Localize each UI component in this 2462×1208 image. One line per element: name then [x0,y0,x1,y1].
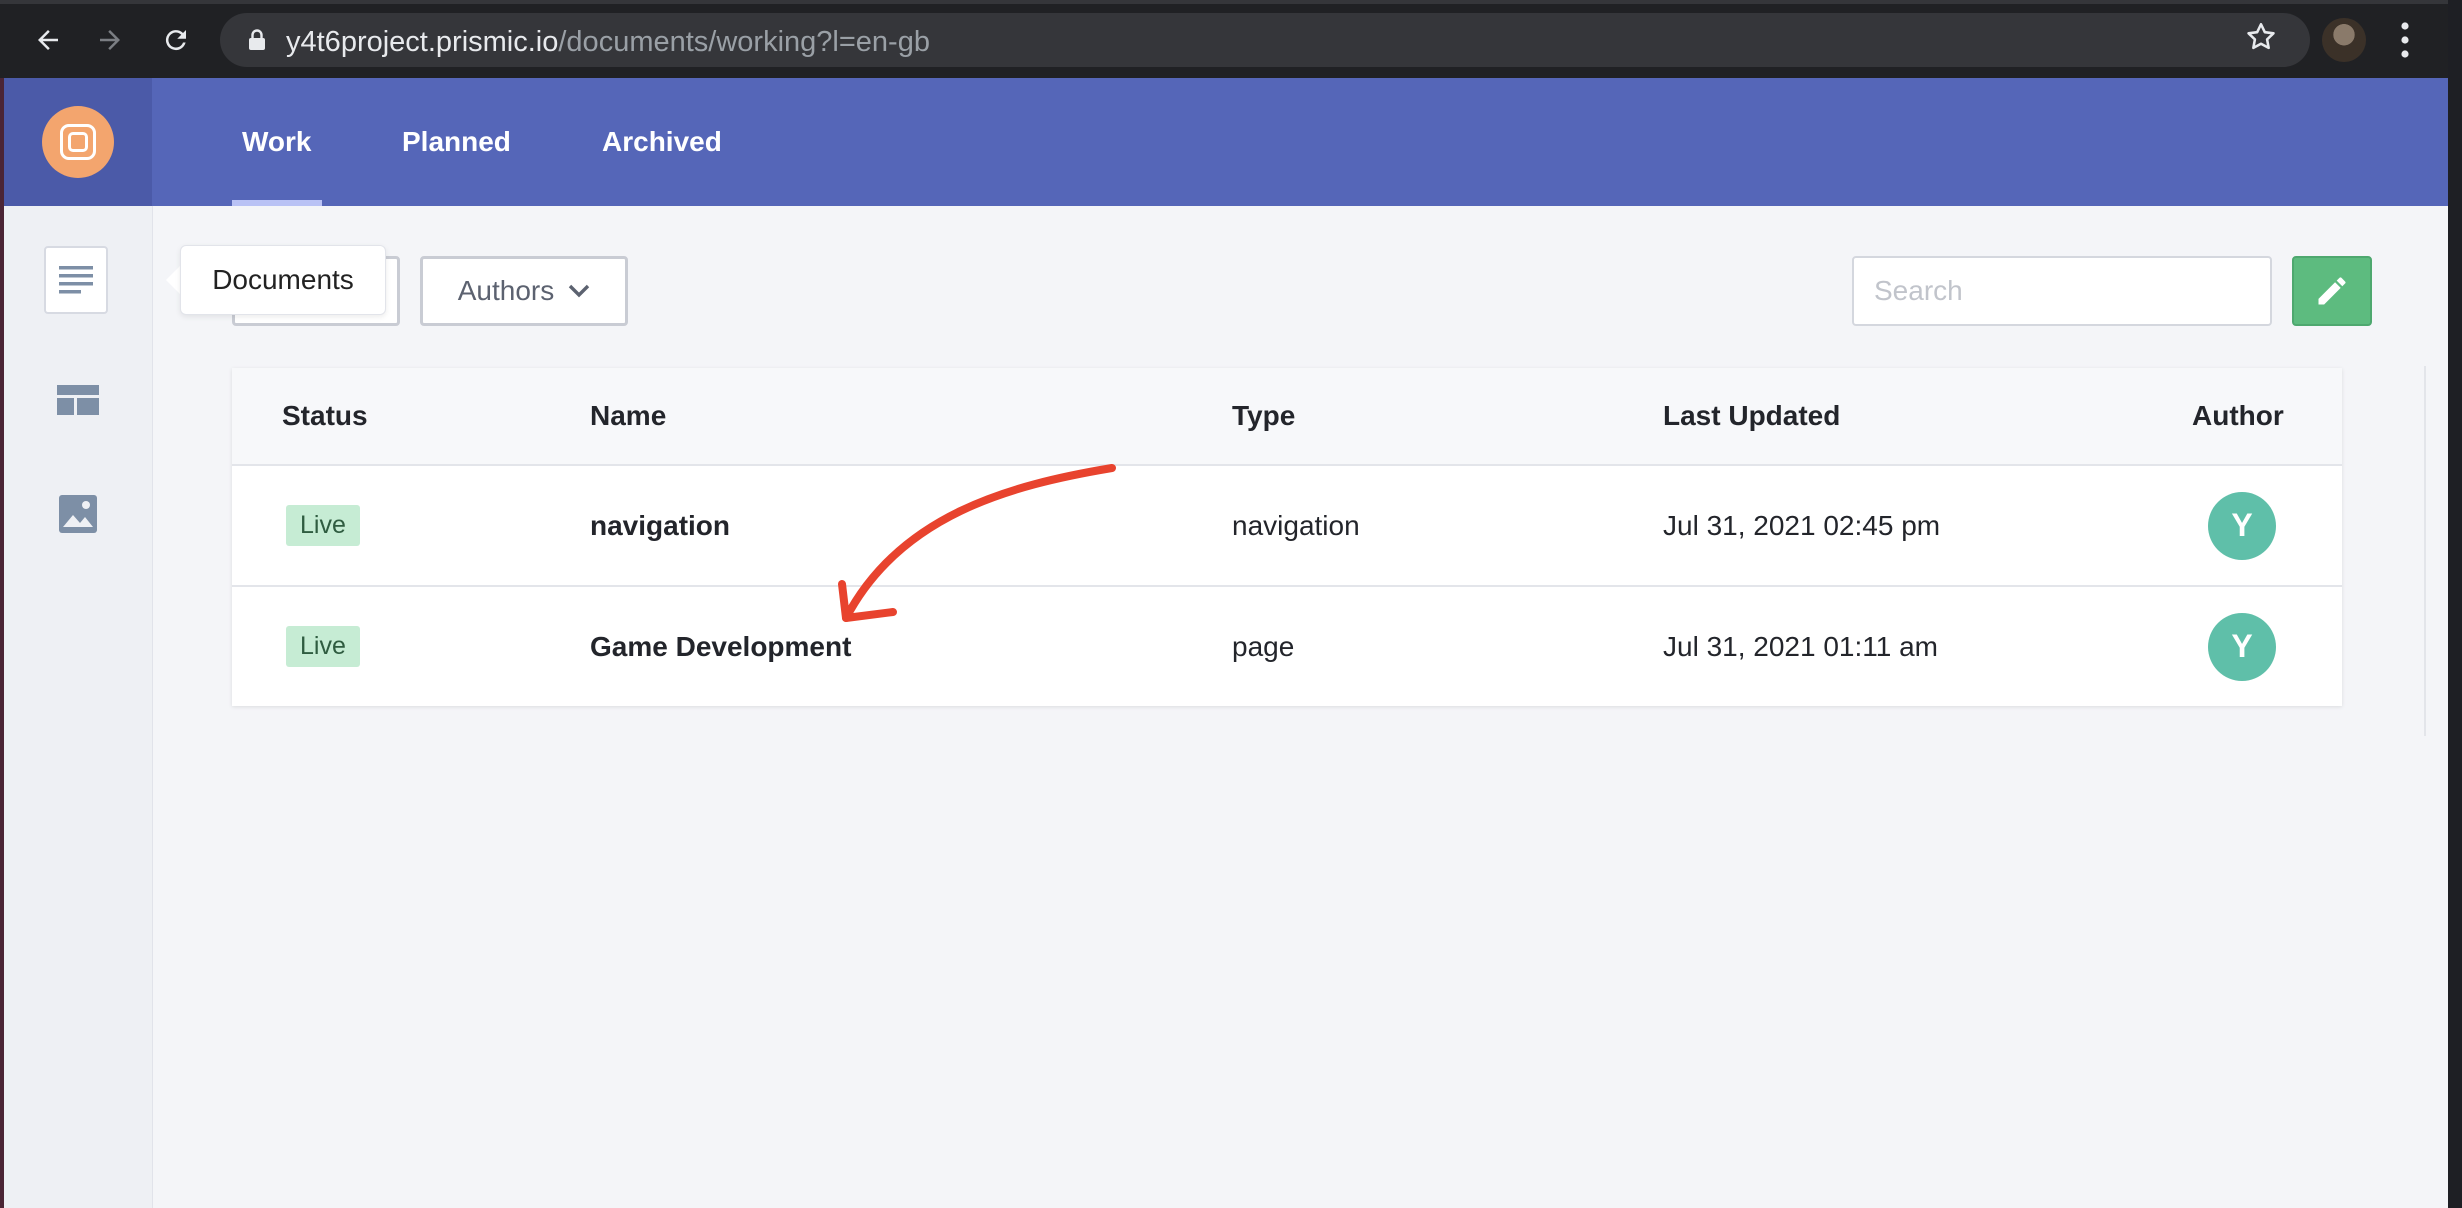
sidebar-item-documents[interactable] [44,246,108,314]
author-cell: Y [2208,466,2276,585]
app-header: Work Planned Archived [4,78,2448,206]
bookmark-star-icon[interactable] [2244,20,2278,54]
prismic-logo[interactable] [42,106,114,178]
author-cell: Y [2208,587,2276,706]
chevron-down-icon [569,284,590,298]
panel-divider [2424,366,2426,736]
author-avatar: Y [2208,491,2276,560]
address-bar[interactable]: y4t6project.prismic.io/documents/working… [220,13,2310,67]
tab-archived[interactable]: Archived [602,78,722,206]
table-row[interactable]: Live Game Development page Jul 31, 2021 … [232,587,2342,706]
media-library-icon [59,495,97,533]
reload-button[interactable] [156,20,196,60]
tab-work[interactable]: Work [242,78,312,206]
column-header-name[interactable]: Name [590,368,666,464]
browser-toolbar: y4t6project.prismic.io/documents/working… [0,0,2448,78]
forward-button[interactable] [90,20,130,60]
document-type: page [1232,630,1295,662]
forward-arrow-icon [100,30,120,50]
logo-mark-inner [68,132,88,152]
active-tab-indicator [232,200,322,206]
url-path: /documents/working?l=en-gb [558,26,930,58]
tooltip-arrow [166,266,180,294]
back-arrow-icon [38,30,58,50]
new-document-button[interactable] [2292,256,2372,326]
logo-cell [4,78,152,206]
last-updated: Jul 31, 2021 02:45 pm [1663,509,1941,541]
author-avatar: Y [2208,612,2276,681]
url-host: y4t6project.prismic.io [286,26,559,58]
last-updated: Jul 31, 2021 01:11 am [1663,630,1939,662]
custom-types-icon [57,385,99,415]
documents-icon [59,266,93,294]
pencil-icon [2318,277,2346,305]
authors-filter-button[interactable]: Authors [420,256,628,326]
sidebar [4,206,153,1208]
column-header-type[interactable]: Type [1232,368,1295,464]
documents-tooltip: Documents [180,245,386,315]
column-header-author[interactable]: Author [2192,368,2284,464]
tab-strip [0,0,2448,4]
table-header: Status Name Type Last Updated Author [232,368,2342,466]
documents-table: Status Name Type Last Updated Author Liv… [232,368,2342,706]
table-row[interactable]: Live navigation navigation Jul 31, 2021 … [232,466,2342,587]
status-badge: Live [286,626,360,667]
document-name[interactable]: navigation [590,466,730,585]
authors-filter-label: Authors [457,275,555,306]
tab-planned[interactable]: Planned [402,78,511,206]
status-cell: Live [286,466,360,585]
sidebar-item-media[interactable] [56,494,100,534]
desktop-edge [2448,0,2462,1208]
back-button[interactable] [28,20,68,60]
search-input[interactable] [1852,256,2272,326]
status-badge: Live [286,505,360,546]
url-text: y4t6project.prismic.io/documents/working… [286,26,930,59]
lock-icon [249,29,265,50]
document-type: navigation [1232,509,1360,541]
reload-icon [165,30,186,51]
sidebar-item-custom-types[interactable] [56,380,100,420]
profile-avatar[interactable] [2322,18,2366,62]
column-header-last-updated[interactable]: Last Updated [1663,368,1840,464]
browser-menu-icon[interactable] [2398,20,2412,60]
status-cell: Live [286,587,360,706]
column-header-status[interactable]: Status [282,368,368,464]
document-name[interactable]: Game Development [590,587,851,706]
